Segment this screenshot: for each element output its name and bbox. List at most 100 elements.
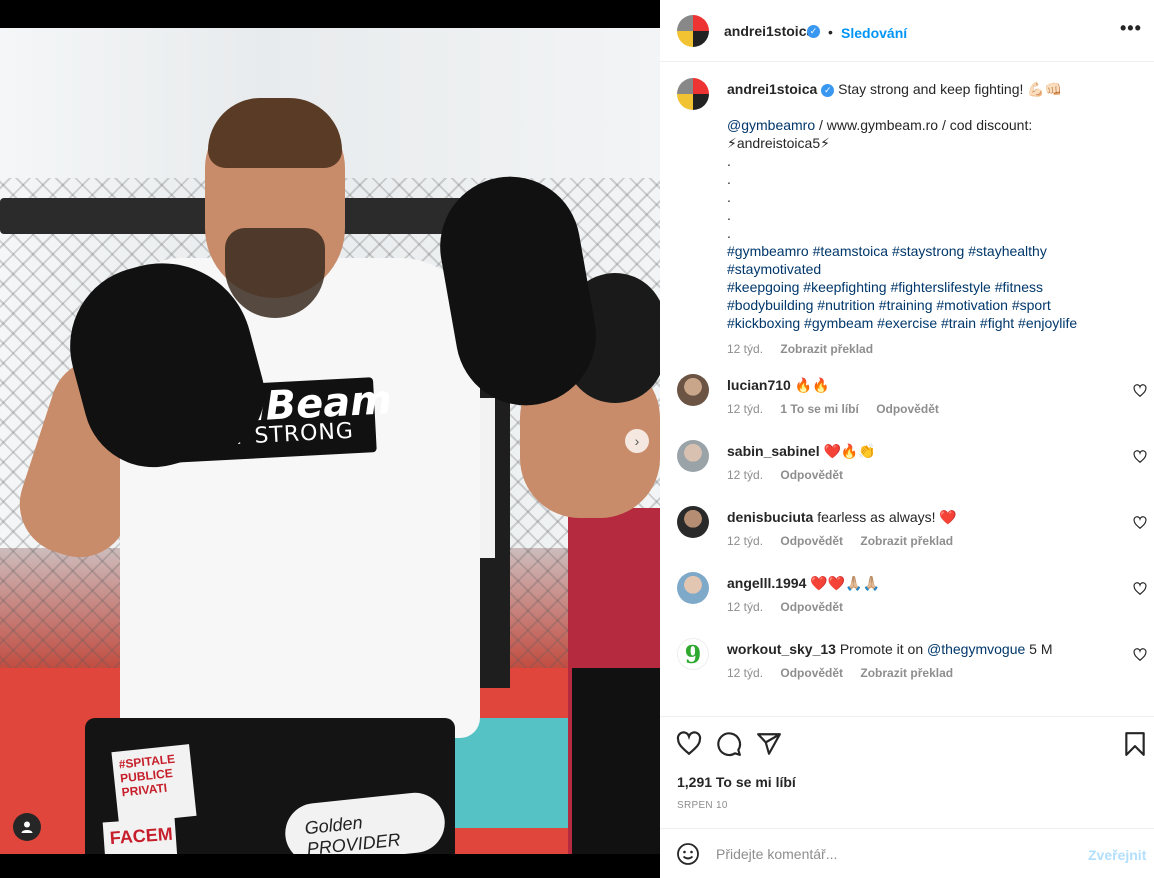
verified-icon: ✓ (807, 24, 820, 38)
mention-link[interactable]: @gymbeamro (727, 117, 815, 133)
heart-icon[interactable] (1133, 450, 1147, 464)
comment-meta: 12 týd. Odpovědět Zobrazit překlad (727, 666, 967, 680)
post-media: #SPITALE PUBLICE PRIVATI FACEM Golden PR… (0, 0, 660, 878)
comment-suffix: 5 M (1025, 641, 1053, 657)
reply-button[interactable]: Odpovědět (780, 534, 843, 548)
caption-line: / www.gymbeam.ro / cod discount: (815, 117, 1033, 133)
heart-icon[interactable] (1133, 582, 1147, 596)
caption-meta: 12 týd. Zobrazit překlad (727, 340, 1127, 358)
separator-dot: • (828, 24, 833, 40)
avatar[interactable] (677, 506, 709, 538)
translate-button[interactable]: Zobrazit překlad (860, 666, 953, 680)
reply-button[interactable]: Odpovědět (780, 468, 843, 482)
timestamp[interactable]: 12 týd. (727, 534, 763, 548)
comment-username[interactable]: workout_sky_13 (727, 641, 836, 657)
comment-text: ❤️❤️🙏🏼🙏🏼 (810, 575, 881, 591)
author-username[interactable]: andrei1stoica (724, 23, 814, 39)
user-icon (21, 821, 33, 833)
next-photo-button[interactable]: › (625, 429, 649, 453)
heart-icon[interactable] (676, 731, 702, 757)
translate-button[interactable]: Zobrazit překlad (780, 342, 873, 356)
bookmark-icon[interactable] (1122, 731, 1148, 757)
avatar[interactable] (677, 572, 709, 604)
caption-body: andrei1stoica ✓ Stay strong and keep figh… (727, 80, 1127, 358)
timestamp[interactable]: 12 týd. (727, 342, 763, 356)
comment-body: denisbuciuta fearless as always! ❤️ (727, 508, 1107, 526)
verified-icon: ✓ (821, 83, 835, 97)
post-details-panel: andrei1stoica ✓ • Sledování ••• andrei1s… (660, 0, 1154, 878)
heart-icon[interactable] (1133, 384, 1147, 398)
comment-username[interactable]: sabin_sabinel (727, 443, 820, 459)
timestamp[interactable]: 12 týd. (727, 600, 763, 614)
smiley-icon[interactable] (676, 842, 700, 866)
comment-body: angelll.1994 ❤️❤️🙏🏼🙏🏼 (727, 574, 1107, 592)
heart-icon[interactable] (1133, 516, 1147, 530)
comment-username[interactable]: angelll.1994 (727, 575, 806, 591)
comment-item: angelll.1994 ❤️❤️🙏🏼🙏🏼 12 týd. Odpovědět (677, 572, 1147, 632)
comment-item: sabin_sabinel ❤️🔥👏 12 týd. Odpovědět (677, 440, 1147, 500)
comment-icon[interactable] (716, 731, 742, 757)
hashtags: #gymbeamro #teamstoica #staystrong #stay… (727, 242, 1127, 332)
avatar[interactable]: 9 (677, 638, 709, 670)
avatar[interactable] (677, 78, 709, 110)
comment-meta: 12 týd. Odpovědět Zobrazit překlad (727, 534, 967, 548)
caption-dot: . (727, 225, 731, 241)
likes-count[interactable]: 1,291 To se mi líbí (677, 774, 796, 790)
caption-username[interactable]: andrei1stoica (727, 81, 817, 97)
timestamp[interactable]: 12 týd. (727, 468, 763, 482)
chevron-right-icon: › (634, 433, 640, 449)
tagged-users-button[interactable] (13, 813, 41, 841)
shorts-patch: FACEM (102, 817, 178, 854)
post-actions: 1,291 To se mi líbí SRPEN 10 (660, 716, 1154, 828)
caption-text: Stay strong and keep fighting! 💪🏻👊🏻 (838, 81, 1063, 97)
verified-badge: ✓ (803, 22, 820, 38)
comment-text: Promote it on (839, 641, 927, 657)
comments-list[interactable]: andrei1stoica ✓ Stay strong and keep figh… (660, 62, 1154, 716)
hashtag-line[interactable]: #gymbeamro #teamstoica #staystrong #stay… (727, 243, 1047, 259)
comment-body: sabin_sabinel ❤️🔥👏 (727, 442, 1107, 460)
translate-button[interactable]: Zobrazit překlad (860, 534, 953, 548)
reply-button[interactable]: Odpovědět (876, 402, 939, 416)
comment-likes[interactable]: 1 To se mi líbí (780, 402, 858, 416)
caption-dot: . (727, 171, 731, 187)
comment-item: lucian710 🔥🔥 12 týd. 1 To se mi líbí Odp… (677, 374, 1147, 434)
hashtag-line[interactable]: #keepgoing #keepfighting #fighterslifest… (727, 279, 1043, 295)
timestamp[interactable]: 12 týd. (727, 666, 763, 680)
comment-text: fearless as always! ❤️ (817, 509, 957, 525)
caption-line: ⚡andreistoica5⚡ (727, 135, 830, 151)
comment-input[interactable] (716, 841, 1066, 867)
mention-link[interactable]: @thegymvogue (927, 641, 1025, 657)
caption-dot: . (727, 153, 731, 169)
partner-shorts (572, 668, 660, 854)
post-comment-button[interactable]: Zveřejnit (1088, 847, 1146, 863)
post-header: andrei1stoica ✓ • Sledování ••• (660, 0, 1154, 62)
comment-body: workout_sky_13 Promote it on @thegymvogu… (727, 640, 1107, 658)
comment-body: lucian710 🔥🔥 (727, 376, 1107, 394)
avatar[interactable] (677, 15, 709, 47)
post-photo[interactable]: #SPITALE PUBLICE PRIVATI FACEM Golden PR… (0, 28, 660, 854)
comment-username[interactable]: denisbuciuta (727, 509, 813, 525)
reply-button[interactable]: Odpovědět (780, 600, 843, 614)
hashtag-line[interactable]: #bodybuilding #nutrition #training #moti… (727, 297, 1051, 313)
follow-button[interactable]: Sledování (841, 25, 907, 41)
caption-dot: . (727, 207, 731, 223)
comment-item: denisbuciuta fearless as always! ❤️ 12 t… (677, 506, 1147, 566)
more-options-button[interactable]: ••• (1120, 18, 1142, 39)
post-date[interactable]: SRPEN 10 (677, 800, 728, 811)
timestamp[interactable]: 12 týd. (727, 402, 763, 416)
comment-meta: 12 týd. Odpovědět (727, 468, 857, 482)
comment-username[interactable]: lucian710 (727, 377, 791, 393)
avatar[interactable] (677, 440, 709, 472)
reply-button[interactable]: Odpovědět (780, 666, 843, 680)
avatar[interactable] (677, 374, 709, 406)
hashtag-line[interactable]: #staymotivated (727, 261, 821, 277)
comment-text: ❤️🔥👏 (823, 443, 876, 459)
heart-icon[interactable] (1133, 648, 1147, 662)
hashtag-line[interactable]: #kickboxing #gymbeam #exercise #train #f… (727, 315, 1077, 331)
add-comment-bar: Zveřejnit (660, 828, 1154, 878)
comment-meta: 12 týd. Odpovědět (727, 600, 857, 614)
comment-text: 🔥🔥 (794, 377, 830, 393)
fighter-hair (208, 98, 342, 168)
shorts-patch: #SPITALE PUBLICE PRIVATI (111, 744, 197, 824)
share-icon[interactable] (756, 731, 782, 757)
